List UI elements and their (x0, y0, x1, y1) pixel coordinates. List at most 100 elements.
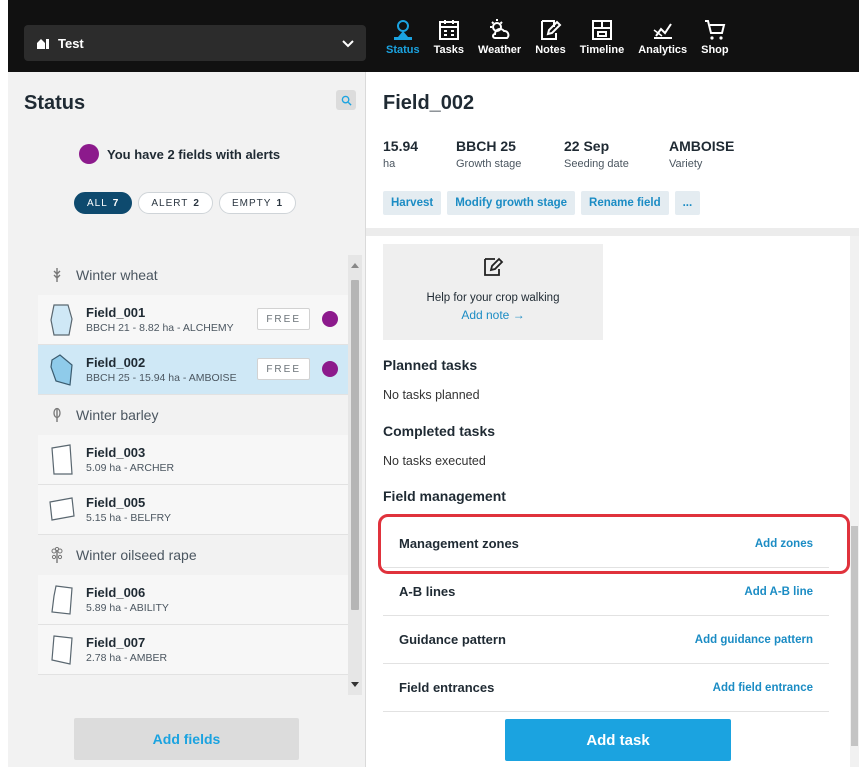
nav-notes[interactable]: Notes (535, 18, 566, 56)
row-name: Guidance pattern (399, 632, 506, 647)
field-row-007[interactable]: Field_007 2.78 ha - AMBER (38, 625, 348, 675)
help-card-text: Help for your crop walking (426, 292, 560, 304)
farm-selector[interactable]: Test (24, 25, 366, 61)
nav-status[interactable]: Status (386, 18, 420, 56)
alerts-summary: You have 2 fields with alerts (79, 144, 280, 164)
stat-variety: AMBOISE Variety (669, 138, 734, 170)
harvest-button[interactable]: Harvest (383, 191, 442, 215)
field-row-006[interactable]: Field_006 5.89 ha - ABILITY (38, 575, 348, 625)
status-title: Status (24, 92, 86, 114)
stat-value: AMBOISE (669, 138, 735, 154)
field-title: Field_002 (383, 92, 475, 114)
crop-walking-card: Help for your crop walking Add note → (383, 244, 603, 340)
filter-label: EMPTY (231, 197, 272, 209)
stat-label: Variety (669, 158, 703, 170)
filter-count: 7 (112, 197, 120, 209)
planned-tasks-text: No tasks planned (383, 388, 480, 402)
filter-count: 1 (276, 197, 283, 209)
filter-all[interactable]: ALL 7 (74, 192, 133, 214)
scroll-down-arrow[interactable] (351, 682, 359, 687)
nav-timeline[interactable]: Timeline (580, 18, 624, 56)
row-name: Field entrances (399, 680, 495, 695)
field-row-001[interactable]: Field_001 BBCH 21 - 8.82 ha - ALCHEMY FRE… (38, 295, 348, 345)
planned-tasks-title: Planned tasks (383, 357, 478, 373)
stat-seeding-date: 22 Sep Seeding date (564, 138, 669, 170)
oilseed-rape-icon (51, 547, 63, 563)
field-name: Field_002 (86, 355, 146, 370)
field-entrances-row: Field entrances Add field entrance (383, 664, 829, 712)
completed-tasks-text: No tasks executed (383, 454, 486, 468)
stat-value: 22 Sep (564, 138, 610, 154)
field-row-003[interactable]: Field_003 5.09 ha - ARCHER (38, 435, 348, 485)
add-fields-button[interactable]: Add fields (74, 718, 299, 760)
nav-analytics[interactable]: Analytics (638, 18, 687, 56)
analytics-icon (653, 23, 672, 39)
alert-text: You have 2 fields with alerts (107, 146, 281, 162)
nav-label: Timeline (579, 44, 625, 56)
stat-value: 15.94 (383, 138, 419, 154)
crop-name: Winter wheat (76, 267, 158, 283)
scroll-thumb[interactable] (351, 280, 359, 610)
field-list-scrollbar[interactable] (348, 255, 362, 695)
stat-label: Seeding date (564, 158, 629, 170)
crop-name: Winter barley (76, 407, 159, 423)
field-row-002[interactable]: Field_002 BBCH 25 - 15.94 ha - AMBOISE FR… (38, 345, 348, 395)
wheat-icon (53, 268, 61, 282)
status-panel: Status You have 2 fields with alerts ALL… (8, 72, 366, 767)
modify-growth-stage-button[interactable]: Modify growth stage (447, 191, 576, 215)
stat-growth-stage: BBCH 25 Growth stage (456, 138, 564, 170)
nav-label: Tasks (433, 44, 464, 56)
field-meta: 5.15 ha - BELFRY (86, 512, 172, 524)
field-shape-icon (51, 584, 73, 615)
scroll-up-arrow[interactable] (351, 263, 359, 268)
search-button[interactable] (336, 90, 356, 110)
note-edit-icon (484, 257, 504, 276)
rename-field-button[interactable]: Rename field (581, 191, 669, 215)
guidance-pattern-row: Guidance pattern Add guidance pattern (383, 616, 829, 664)
field-shape-icon (50, 353, 73, 386)
completed-tasks-title: Completed tasks (383, 423, 496, 439)
chevron-down-icon (342, 40, 354, 48)
nav-tasks[interactable]: Tasks (434, 18, 464, 56)
add-guidance-pattern-link[interactable]: Add guidance pattern (695, 634, 813, 646)
scroll-thumb[interactable] (851, 526, 858, 746)
farm-name: Test (58, 35, 84, 51)
filter-alert[interactable]: ALERT 2 (138, 192, 213, 214)
field-name: Field_006 (86, 585, 146, 600)
top-bar: Test Status Tasks Weather Notes Timeline… (8, 0, 859, 72)
field-shape-icon (49, 496, 75, 521)
farm-icon (37, 39, 49, 49)
nav-label: Shop (701, 44, 729, 56)
free-badge: FREE (257, 358, 310, 380)
free-badge: FREE (257, 308, 310, 330)
filter-empty[interactable]: EMPTY 1 (218, 192, 296, 214)
filter-label: ALL (87, 197, 108, 209)
add-task-button[interactable]: Add task (505, 719, 731, 761)
crop-group-winter-wheat: Winter wheat (38, 255, 348, 295)
add-field-entrance-link[interactable]: Add field entrance (713, 682, 813, 694)
nav-label: Notes (535, 44, 566, 56)
crop-name: Winter oilseed rape (76, 547, 197, 563)
add-note-link[interactable]: Add note → (461, 308, 524, 322)
more-actions-button[interactable]: ... (674, 191, 701, 215)
crop-group-winter-oilseed-rape: Winter oilseed rape (38, 535, 348, 575)
stat-area: 15.94 ha (383, 138, 456, 170)
field-management-title: Field management (383, 488, 506, 504)
field-shape-icon (51, 634, 73, 665)
tasks-icon (438, 20, 459, 40)
field-meta: 5.89 ha - ABILITY (86, 602, 169, 614)
nav-weather[interactable]: Weather (478, 18, 521, 56)
field-row-005[interactable]: Field_005 5.15 ha - BELFRY (38, 485, 348, 535)
ab-lines-row: A-B lines Add A-B line (383, 568, 829, 616)
field-shape-icon (51, 443, 73, 475)
filter-chips: ALL 7 ALERT 2 EMPTY 1 (74, 192, 302, 214)
nav-shop[interactable]: Shop (701, 18, 729, 56)
field-stats: 15.94 ha BBCH 25 Growth stage 22 Sep Seedin… (383, 138, 734, 170)
stat-value: BBCH 25 (456, 138, 516, 154)
filter-count: 2 (193, 197, 200, 209)
detail-scrollbar[interactable] (850, 236, 859, 767)
field-detail-panel: Field_002 15.94 ha BBCH 25 Growth stage 22… (366, 72, 859, 767)
status-icon (393, 20, 412, 40)
shop-icon (704, 20, 726, 40)
add-ab-line-link[interactable]: Add A-B line (744, 586, 813, 598)
